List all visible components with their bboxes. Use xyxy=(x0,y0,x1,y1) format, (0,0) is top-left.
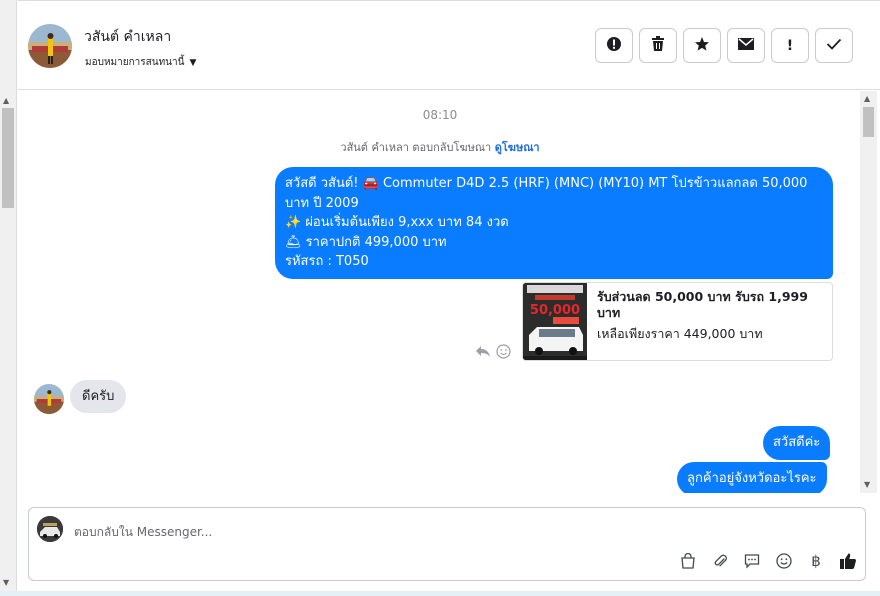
ad-reply-notice: วสันต์ คำเหลา ตอบกลับโฆษณา ดูโฆษณา xyxy=(18,138,862,156)
payment-baht-icon[interactable]: ฿ xyxy=(807,552,825,570)
incoming-message: ดีครับ xyxy=(70,380,127,413)
saved-replies-icon[interactable] xyxy=(743,552,761,570)
page-avatar xyxy=(37,516,63,542)
message-line: สวัสดี วสันต์! 🚘 Commuter D4D 2.5 (HRF) … xyxy=(285,176,808,191)
ad-thumb-price: 50,000 xyxy=(530,303,580,318)
assign-conversation-dropdown[interactable]: มอบหมายการสนทนานี้ ▼ xyxy=(85,55,196,70)
reply-icon[interactable] xyxy=(475,344,491,363)
ad-card-subtitle: เหลือเพียงราคา 449,000 บาท xyxy=(597,326,763,341)
ad-thumbnail: 50,000 xyxy=(523,283,587,360)
like-icon[interactable] xyxy=(839,552,857,570)
mark-unread-button[interactable] xyxy=(727,28,765,63)
star-button[interactable] xyxy=(683,28,721,63)
ad-reply-text: วสันต์ คำเหลา ตอบกลับโฆษณา xyxy=(340,141,492,154)
outgoing-message: สวัสดีค่ะ xyxy=(763,426,831,460)
contact-name[interactable]: วสันต์ คำเหลา xyxy=(84,26,171,48)
contact-avatar-small xyxy=(34,384,64,414)
assign-label: มอบหมายการสนทนานี้ xyxy=(85,57,185,68)
message-timestamp: 08:10 xyxy=(422,108,458,122)
inbox-conversation: ▲ ▼ วสันต์ คำเหลา มอบหมายการสนทนานี้ ▼ !… xyxy=(0,0,880,596)
reply-input[interactable]: ตอบกลับใน Messenger... xyxy=(74,523,212,542)
done-button[interactable] xyxy=(815,28,853,63)
emoji-react-icon[interactable] xyxy=(496,344,511,363)
scroll-up-arrow-icon[interactable]: ▲ xyxy=(864,94,870,103)
ad-preview-card[interactable]: 50,000 รับส่วนลด 50,000 บาท รับรถ 1,999 … xyxy=(522,282,833,361)
scroll-up-arrow-icon[interactable]: ▲ xyxy=(3,96,9,105)
message-line: 🛎 ราคาปกติ 499,000 บาท xyxy=(285,234,447,250)
ad-card-title: รับส่วนลด 50,000 บาท รับรถ 1,999 บาท xyxy=(597,289,808,320)
important-button[interactable]: ! xyxy=(771,28,809,63)
alert-circle-icon xyxy=(606,36,622,56)
trash-icon xyxy=(651,35,665,56)
message-tools xyxy=(475,344,511,363)
caret-down-icon: ▼ xyxy=(189,57,197,68)
message-composer[interactable]: ตอบกลับใน Messenger... ฿ xyxy=(28,507,866,581)
scrollbar-thumb[interactable] xyxy=(2,108,14,208)
composer-tools: ฿ xyxy=(679,552,857,570)
window-bottom-edge xyxy=(0,591,880,596)
envelope-icon xyxy=(738,37,754,54)
message-line: รหัสรถ : T050 xyxy=(285,254,369,269)
shopping-bag-icon[interactable] xyxy=(679,552,697,570)
conversation-actions: ! xyxy=(595,28,853,63)
message-line: บาท ปี 2009 xyxy=(285,195,359,211)
spam-button[interactable] xyxy=(595,28,633,63)
view-ad-link[interactable]: ดูโฆษณา xyxy=(495,141,540,154)
conversation-header: วสันต์ คำเหลา มอบหมายการสนทนานี้ ▼ ! xyxy=(18,0,880,90)
checkmark-icon xyxy=(826,38,842,54)
left-scrollbar[interactable]: ▲ ▼ xyxy=(0,0,17,596)
exclamation-icon: ! xyxy=(786,37,794,54)
delete-button[interactable] xyxy=(639,28,677,63)
paperclip-icon[interactable] xyxy=(711,552,729,570)
scrollbar-thumb[interactable] xyxy=(863,107,874,137)
message-line: ✨ ผ่อนเริ่มต้นเพียง 9,xxx บาท 84 งวด xyxy=(285,215,509,230)
message-thread: 08:10 วสันต์ คำเหลา ตอบกลับโฆษณา ดูโฆษณา… xyxy=(18,91,862,493)
star-icon xyxy=(694,36,710,56)
emoji-icon[interactable] xyxy=(775,552,793,570)
scroll-down-arrow-icon[interactable]: ▼ xyxy=(864,480,870,489)
scroll-down-arrow-icon[interactable]: ▼ xyxy=(3,578,9,587)
outgoing-message: สวัสดี วสันต์! 🚘 Commuter D4D 2.5 (HRF) … xyxy=(275,167,833,279)
contact-avatar[interactable] xyxy=(28,24,72,68)
thread-scrollbar[interactable]: ▲ ▼ xyxy=(860,91,877,493)
outgoing-message: ลูกค้าอยู่จังหวัดอะไรคะ xyxy=(677,462,827,493)
